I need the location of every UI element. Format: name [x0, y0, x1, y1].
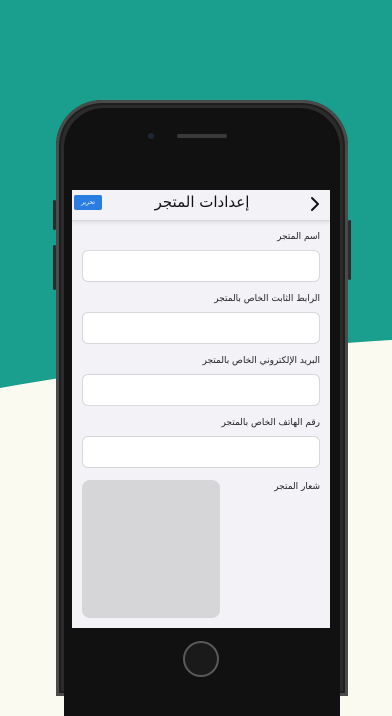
logo-picker[interactable] [82, 480, 220, 618]
email-label: البريد الإلكتروني الخاص بالمتجر [202, 356, 320, 366]
home-button[interactable] [183, 641, 219, 677]
store-name-input[interactable] [82, 250, 320, 282]
phone-input[interactable] [82, 436, 320, 468]
chevron-right-icon[interactable] [308, 196, 322, 212]
speaker-grille [177, 134, 227, 138]
page-title: إعدادات المتجر [154, 193, 250, 211]
app-screen: تحرير إعدادات المتجر اسم المتجر الرابط ا… [72, 190, 330, 628]
edit-button[interactable]: تحرير [74, 195, 102, 210]
permalink-label: الرابط الثابت الخاص بالمتجر [214, 294, 320, 304]
navigation-bar: تحرير إعدادات المتجر [72, 190, 330, 221]
camera-icon [148, 133, 154, 139]
permalink-input[interactable] [82, 312, 320, 344]
phone-label: رقم الهاتف الخاص بالمتجر [221, 418, 320, 428]
email-input[interactable] [82, 374, 320, 406]
store-name-label: اسم المتجر [277, 232, 320, 242]
phone-power-button [348, 220, 351, 280]
logo-label: شعار المتجر [274, 482, 320, 492]
